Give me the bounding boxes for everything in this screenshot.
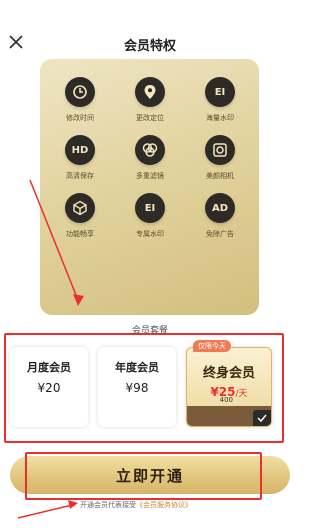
location-pin-icon xyxy=(135,77,165,107)
clock-icon xyxy=(65,77,95,107)
feature-change-location: 更改定位 xyxy=(120,77,180,123)
hd-icon: HD xyxy=(65,135,95,165)
cube-icon xyxy=(65,193,95,223)
camera-icon xyxy=(205,135,235,165)
feature-label: 修改时间 xyxy=(66,114,94,122)
feature-exclusive-watermark: EI 专属水印 xyxy=(120,193,180,239)
feature-hd-save: HD 高清保存 xyxy=(50,135,110,181)
feature-beauty-camera: 美颜相机 xyxy=(190,135,250,181)
plans-highlight-frame xyxy=(4,333,284,443)
feature-label: 免除广告 xyxy=(206,230,234,238)
feature-label: 多重滤镜 xyxy=(136,172,164,180)
feature-modify-time: 修改时间 xyxy=(50,77,110,123)
feature-no-ads: AD 免除广告 xyxy=(190,193,250,239)
feature-label: 功能畅享 xyxy=(66,230,94,238)
page-title: 会员特权 xyxy=(123,39,176,54)
feature-full-access: 功能畅享 xyxy=(50,193,110,239)
watermark-icon: EI xyxy=(205,77,235,107)
exclusive-watermark-icon: EI xyxy=(135,193,165,223)
agreement-text: 开通会员代表接受《会员服务协议》 xyxy=(80,500,192,510)
filter-icon xyxy=(135,135,165,165)
agreement-prefix: 开通会员代表接受 xyxy=(80,501,136,509)
feature-label: 海量水印 xyxy=(206,114,234,122)
annotation-arrow-to-agreement xyxy=(17,504,73,519)
feature-label: 专属水印 xyxy=(136,230,164,238)
service-agreement-link[interactable]: 《会员服务协议》 xyxy=(136,501,192,509)
feature-filters: 多重滤镜 xyxy=(120,135,180,181)
feature-label: 美颜相机 xyxy=(206,172,234,180)
feature-watermark: EI 海量水印 xyxy=(190,77,250,123)
feature-panel: 修改时间 更改定位 EI 海量水印 HD 高清保存 多重滤镜 美颜相机 功能畅享… xyxy=(40,59,259,315)
annotation-arrowhead-to-agreement xyxy=(68,500,78,509)
cta-highlight-frame xyxy=(25,452,262,500)
feature-label: 更改定位 xyxy=(136,114,164,122)
ad-icon: AD xyxy=(205,193,235,223)
feature-label: 高清保存 xyxy=(66,172,94,180)
